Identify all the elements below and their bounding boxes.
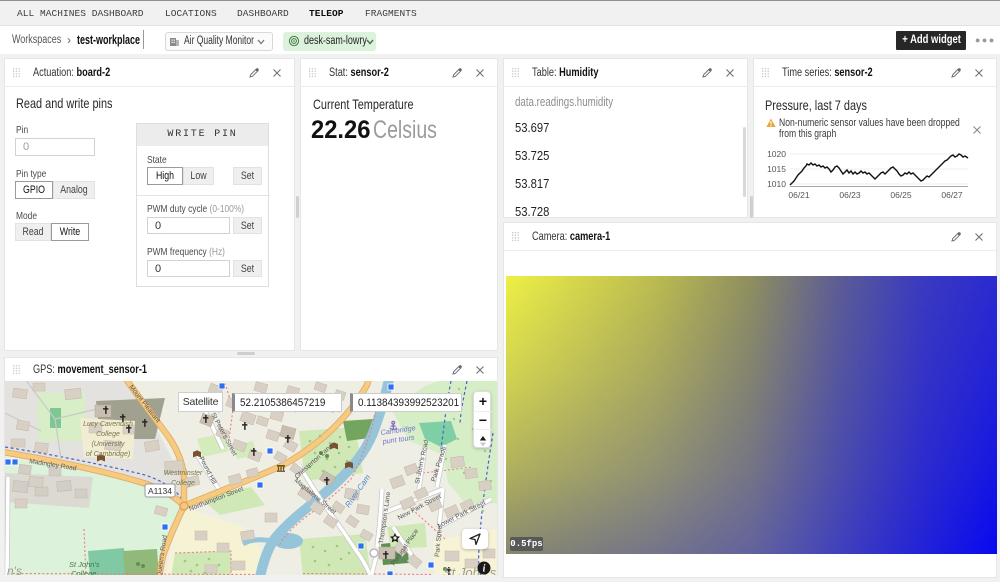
svg-text:06/27: 06/27 — [941, 190, 963, 200]
svg-text:i: i — [483, 564, 486, 575]
svg-text:06/25: 06/25 — [890, 190, 912, 200]
svg-text:1020: 1020 — [767, 149, 786, 159]
svg-text:of Cambridge): of Cambridge) — [86, 451, 130, 458]
svg-text:1015: 1015 — [767, 164, 786, 174]
svg-text:1010: 1010 — [767, 179, 786, 189]
svg-text:(University: (University — [91, 441, 125, 448]
svg-text:Westminster: Westminster — [164, 470, 203, 477]
svg-text:College: College — [71, 569, 96, 575]
svg-text:St John's: St John's — [69, 560, 100, 569]
svg-text:06/21: 06/21 — [788, 190, 810, 200]
svg-text:06/23: 06/23 — [839, 190, 861, 200]
svg-text:College: College — [96, 431, 120, 438]
svg-text:n's: n's — [7, 564, 22, 575]
svg-text:A1134: A1134 — [148, 486, 172, 496]
svg-text:Lucy Cavendish: Lucy Cavendish — [83, 421, 133, 428]
